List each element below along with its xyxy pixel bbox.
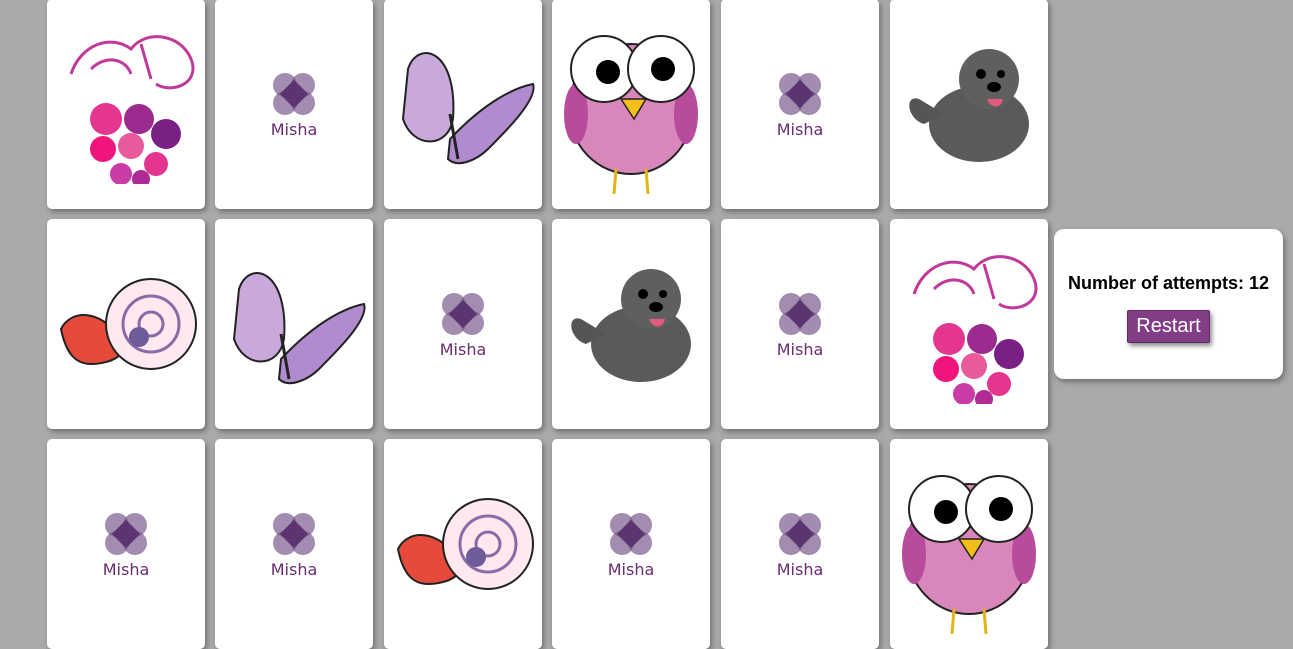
bird-icon (902, 475, 1036, 634)
card-back-label: Misha (607, 559, 655, 579)
card-back: Misha (776, 70, 824, 139)
card-bird[interactable] (552, 0, 710, 209)
card-face-down[interactable]: Misha (721, 439, 879, 649)
diamond-logo-icon (779, 72, 821, 115)
score-panel: Number of attempts: 12 Restart (1054, 229, 1283, 379)
snail-icon (396, 498, 534, 590)
card-back: Misha (776, 290, 824, 359)
card-back-label: Misha (776, 559, 824, 579)
snail-icon (59, 278, 197, 370)
seal-icon (909, 49, 1029, 162)
card-back-label: Misha (270, 119, 318, 139)
card-back-label: Misha (102, 559, 150, 579)
diamond-logo-icon (779, 512, 821, 555)
card-face-down[interactable]: Misha (215, 0, 373, 209)
card-face-down[interactable]: Misha (552, 439, 710, 649)
card-seal[interactable] (890, 0, 1048, 209)
card-back-label: Misha (439, 339, 487, 359)
diamond-logo-icon (779, 292, 821, 335)
card-seal[interactable] (552, 219, 710, 429)
card-bird[interactable] (890, 439, 1048, 649)
restart-button[interactable]: Restart (1127, 310, 1210, 343)
card-back-label: Misha (270, 559, 318, 579)
butterfly-icon (232, 272, 366, 385)
card-back: Misha (102, 510, 150, 579)
card-back: Misha (270, 510, 318, 579)
card-back: Misha (439, 290, 487, 359)
card-face-down[interactable]: Misha (721, 0, 879, 209)
butterfly-icon (401, 52, 535, 165)
diamond-logo-icon (273, 72, 315, 115)
card-grapes[interactable] (890, 219, 1048, 429)
card-butterfly[interactable] (384, 0, 542, 209)
card-face-down[interactable]: Misha (721, 219, 879, 429)
attempts-counter: Number of attempts: 12 (1067, 273, 1270, 293)
card-face-down[interactable]: Misha (384, 219, 542, 429)
grapes-icon (912, 255, 1038, 404)
card-face-down[interactable]: Misha (47, 439, 205, 649)
diamond-logo-icon (105, 512, 147, 555)
card-grapes[interactable] (47, 0, 205, 209)
card-back: Misha (270, 70, 318, 139)
card-back: Misha (607, 510, 655, 579)
diamond-logo-icon (273, 512, 315, 555)
card-back-label: Misha (776, 119, 824, 139)
card-back: Misha (776, 510, 824, 579)
card-snail[interactable] (384, 439, 542, 649)
card-face-down[interactable]: Misha (215, 439, 373, 649)
seal-icon (571, 269, 691, 382)
bird-icon (564, 35, 698, 194)
card-snail[interactable] (47, 219, 205, 429)
diamond-logo-icon (442, 292, 484, 335)
card-back-label: Misha (776, 339, 824, 359)
card-butterfly[interactable] (215, 219, 373, 429)
grapes-icon (69, 35, 195, 184)
diamond-logo-icon (610, 512, 652, 555)
